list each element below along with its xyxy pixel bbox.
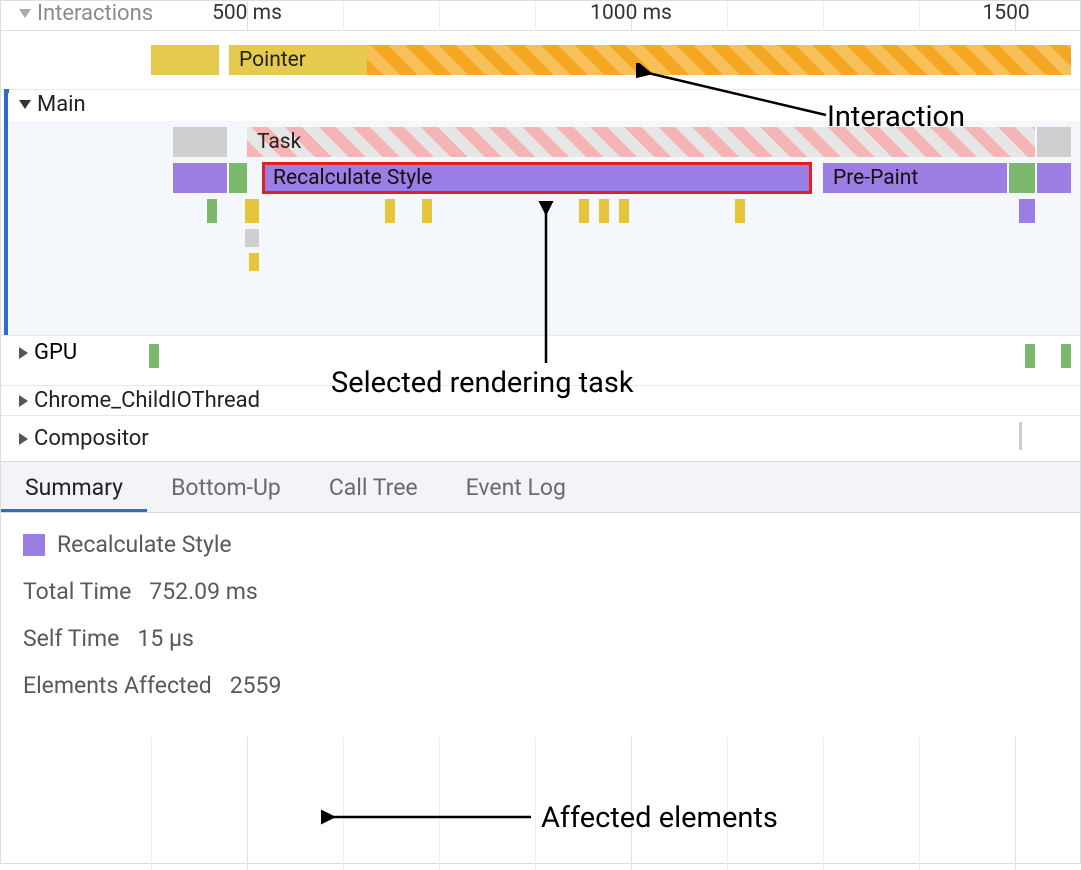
tab-bottom-up[interactable]: Bottom-Up [147, 462, 305, 512]
main-track-header[interactable]: Main [1, 89, 1080, 121]
flame-bar-green-b[interactable] [1009, 163, 1035, 193]
childio-label: Chrome_ChildIOThread [34, 388, 260, 413]
flame-tick-yellow-3[interactable] [422, 199, 432, 223]
annotation-affected-elements: Affected elements [541, 801, 778, 835]
summary-total-time-value: 752.09 ms [149, 578, 257, 605]
chevron-down-icon [19, 9, 31, 18]
flame-tick-purple-1[interactable] [1019, 199, 1035, 223]
flame-bar-purple-a[interactable] [173, 163, 227, 193]
flame-bar-purple-b[interactable] [1037, 163, 1071, 193]
tab-summary[interactable]: Summary [1, 462, 147, 512]
flame-tick-yellow-5[interactable] [599, 199, 609, 223]
task-bar-gray-a[interactable] [173, 127, 227, 157]
gpu-track[interactable]: GPU [1, 335, 1080, 385]
compositor-tick [1019, 422, 1022, 450]
task-bar-long[interactable]: Task [247, 127, 1035, 157]
interaction-bar-pointer[interactable]: Pointer [229, 45, 367, 75]
interactions-track-header[interactable]: Interactions [1, 1, 163, 30]
task-bar-gray-b[interactable] [1037, 127, 1071, 157]
main-label: Main [37, 92, 86, 117]
summary-elements-affected-value: 2559 [230, 672, 282, 699]
flame-tick-gray-deep[interactable] [245, 229, 259, 247]
flame-tick-yellow-2[interactable] [385, 199, 395, 223]
gpu-tick-3[interactable] [1061, 344, 1071, 368]
summary-elements-affected-label: Elements Affected [23, 672, 212, 699]
tab-event-log[interactable]: Event Log [442, 462, 590, 512]
flame-tick-yellow-1[interactable] [245, 199, 259, 223]
flame-tick-yellow-6[interactable] [619, 199, 629, 223]
main-thread-flame-chart[interactable]: Task Recalculate Style Pre-Paint [1, 121, 1080, 335]
flame-tick-yellow-4[interactable] [579, 199, 589, 223]
compositor-track[interactable]: Compositor [1, 415, 1080, 461]
flame-tick-yellow-7[interactable] [735, 199, 745, 223]
summary-pane: Recalculate Style Total Time 752.09 ms S… [1, 513, 1080, 737]
tab-call-tree[interactable]: Call Tree [305, 462, 442, 512]
interactions-label: Interactions [37, 1, 153, 26]
interaction-bar-whisker-left [151, 45, 219, 75]
color-swatch-purple [23, 534, 45, 556]
summary-total-time-label: Total Time [23, 578, 131, 605]
gpu-track-header: GPU [19, 340, 77, 365]
recalculate-style-bar[interactable]: Recalculate Style [263, 163, 811, 193]
time-ruler: 500 ms 1000 ms 1500 ms Interactions [1, 1, 1080, 31]
summary-title: Recalculate Style [57, 531, 232, 558]
chevron-right-icon [19, 395, 28, 407]
gpu-label: GPU [34, 340, 77, 365]
interaction-bar-delay [367, 45, 1071, 75]
summary-self-time-label: Self Time [23, 625, 119, 652]
gpu-tick-2[interactable] [1025, 344, 1035, 368]
details-tab-bar: Summary Bottom-Up Call Tree Event Log [1, 461, 1080, 513]
ruler-tick-1000: 1000 ms [590, 1, 672, 25]
chevron-right-icon [19, 347, 28, 359]
chevron-right-icon [19, 433, 28, 445]
main-thread-bracket [4, 89, 9, 349]
childio-track[interactable]: Chrome_ChildIOThread [1, 385, 1080, 415]
interactions-timeline[interactable]: Pointer [1, 31, 1080, 89]
summary-self-time-value: 15 µs [137, 625, 193, 652]
ruler-tick-500: 500 ms [212, 1, 282, 25]
pre-paint-bar[interactable]: Pre-Paint [823, 163, 1007, 193]
compositor-label: Compositor [34, 426, 149, 451]
chevron-down-icon [19, 100, 31, 109]
flame-bar-green-a[interactable] [229, 163, 247, 193]
flame-tick-yellow-deep[interactable] [249, 253, 259, 271]
gpu-tick-1[interactable] [149, 344, 159, 368]
flame-tick-green-1[interactable] [207, 199, 217, 223]
